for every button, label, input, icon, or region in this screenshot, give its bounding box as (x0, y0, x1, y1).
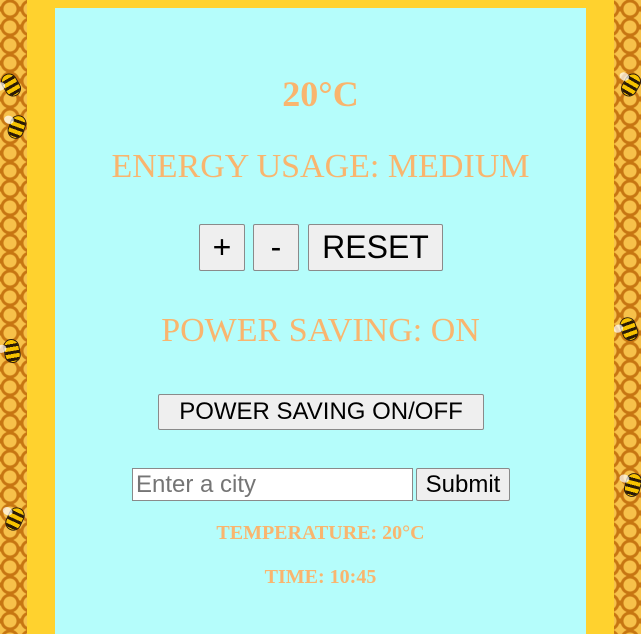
weather-temperature: TEMPERATURE: 20°C (216, 522, 425, 544)
bee-decoration (3, 338, 21, 364)
power-saving-toggle-button[interactable]: POWER SAVING ON/OFF (158, 394, 484, 430)
power-saving-status: POWER SAVING: ON (161, 312, 480, 349)
reset-button[interactable]: RESET (308, 224, 443, 271)
app-frame: 20°C ENERGY USAGE: MEDIUM + - RESET POWE… (27, 0, 614, 634)
temperature-display: 20°C (282, 74, 359, 114)
bee-decoration (618, 316, 640, 342)
bee-decoration (623, 472, 641, 498)
submit-button[interactable]: Submit (416, 468, 510, 501)
bee-decoration (4, 506, 26, 532)
city-input[interactable] (132, 468, 413, 501)
decrease-temperature-button[interactable]: - (253, 224, 299, 271)
thermostat-panel: 20°C ENERGY USAGE: MEDIUM + - RESET POWE… (55, 8, 586, 634)
bee-decoration (619, 71, 641, 99)
weather-time: TIME: 10:45 (264, 566, 377, 588)
energy-usage-display: ENERGY USAGE: MEDIUM (111, 148, 530, 185)
bee-decoration (6, 114, 28, 140)
increase-temperature-button[interactable]: + (199, 224, 245, 271)
bee-decoration (0, 71, 23, 99)
